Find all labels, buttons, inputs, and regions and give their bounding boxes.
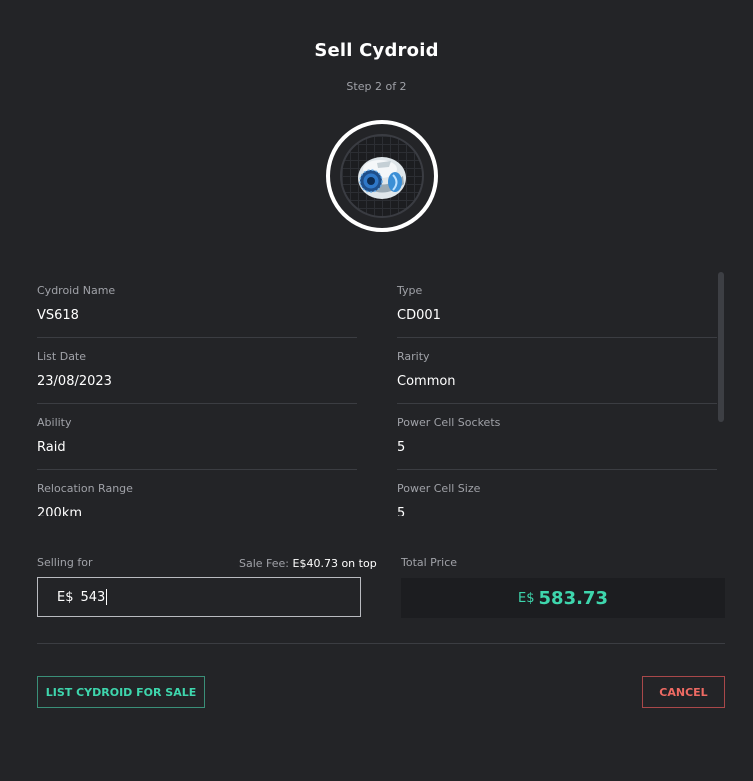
field-value: 200km (37, 506, 83, 516)
field-label: Cydroid Name (37, 284, 116, 297)
detail-rarity: Rarity Common (397, 338, 717, 404)
field-label: Power Cell Size (397, 482, 481, 495)
detail-power-cell-sockets: Power Cell Sockets 5 (397, 404, 717, 470)
field-value: Common (397, 374, 456, 389)
details-scrollbar[interactable] (718, 272, 724, 422)
detail-type: Type CD001 (397, 272, 717, 338)
sale-fee: Sale Fee: E$40.73 on top (239, 557, 377, 570)
total-price-display: E$ 583.73 (401, 578, 725, 618)
details-left-column: Cydroid Name VS618 List Date 23/08/2023 … (37, 272, 357, 516)
field-value: 23/08/2023 (37, 374, 112, 389)
details-right-column: Type CD001 Rarity Common Power Cell Sock… (397, 272, 717, 516)
field-value: CD001 (397, 308, 441, 323)
field-label: List Date (37, 350, 87, 363)
footer-divider (37, 643, 725, 644)
field-label: Power Cell Sockets (397, 416, 501, 429)
avatar-background (340, 134, 424, 218)
detail-cydroid-name: Cydroid Name VS618 (37, 272, 357, 338)
page-title: Sell Cydroid (314, 40, 439, 61)
field-value: 5 (397, 506, 406, 516)
selling-price-value[interactable]: 543 (81, 590, 106, 605)
cydroid-details: Cydroid Name VS618 List Date 23/08/2023 … (37, 272, 727, 516)
scrollbar-thumb[interactable] (718, 272, 724, 422)
detail-relocation-range: Relocation Range 200km (37, 470, 357, 516)
cancel-button[interactable]: CANCEL (642, 676, 725, 708)
selling-price-input[interactable]: E$ 543 (37, 577, 361, 617)
field-value: VS618 (37, 308, 79, 323)
sale-fee-label: Sale Fee: (239, 557, 290, 570)
total-price-label: Total Price (401, 556, 458, 569)
field-label: Relocation Range (37, 482, 133, 495)
list-cydroid-for-sale-button[interactable]: LIST CYDROID FOR SALE (37, 676, 205, 708)
field-value: 5 (397, 440, 406, 455)
detail-power-cell-size: Power Cell Size 5 (397, 470, 717, 516)
total-price-amount: 583.73 (538, 587, 608, 609)
detail-list-date: List Date 23/08/2023 (37, 338, 357, 404)
selling-for-label: Selling for (37, 556, 93, 569)
step-indicator: Step 2 of 2 (346, 80, 407, 93)
field-value: Raid (37, 440, 66, 455)
total-currency: E$ (518, 590, 535, 606)
text-caret (106, 589, 108, 605)
detail-ability: Ability Raid (37, 404, 357, 470)
cydroid-drone-icon (358, 157, 406, 199)
field-label: Ability (37, 416, 72, 429)
sale-fee-amount: E$40.73 on top (292, 557, 377, 570)
cydroid-avatar (326, 120, 438, 232)
field-label: Type (397, 284, 423, 297)
currency-prefix: E$ (57, 589, 74, 605)
field-label: Rarity (397, 350, 430, 363)
